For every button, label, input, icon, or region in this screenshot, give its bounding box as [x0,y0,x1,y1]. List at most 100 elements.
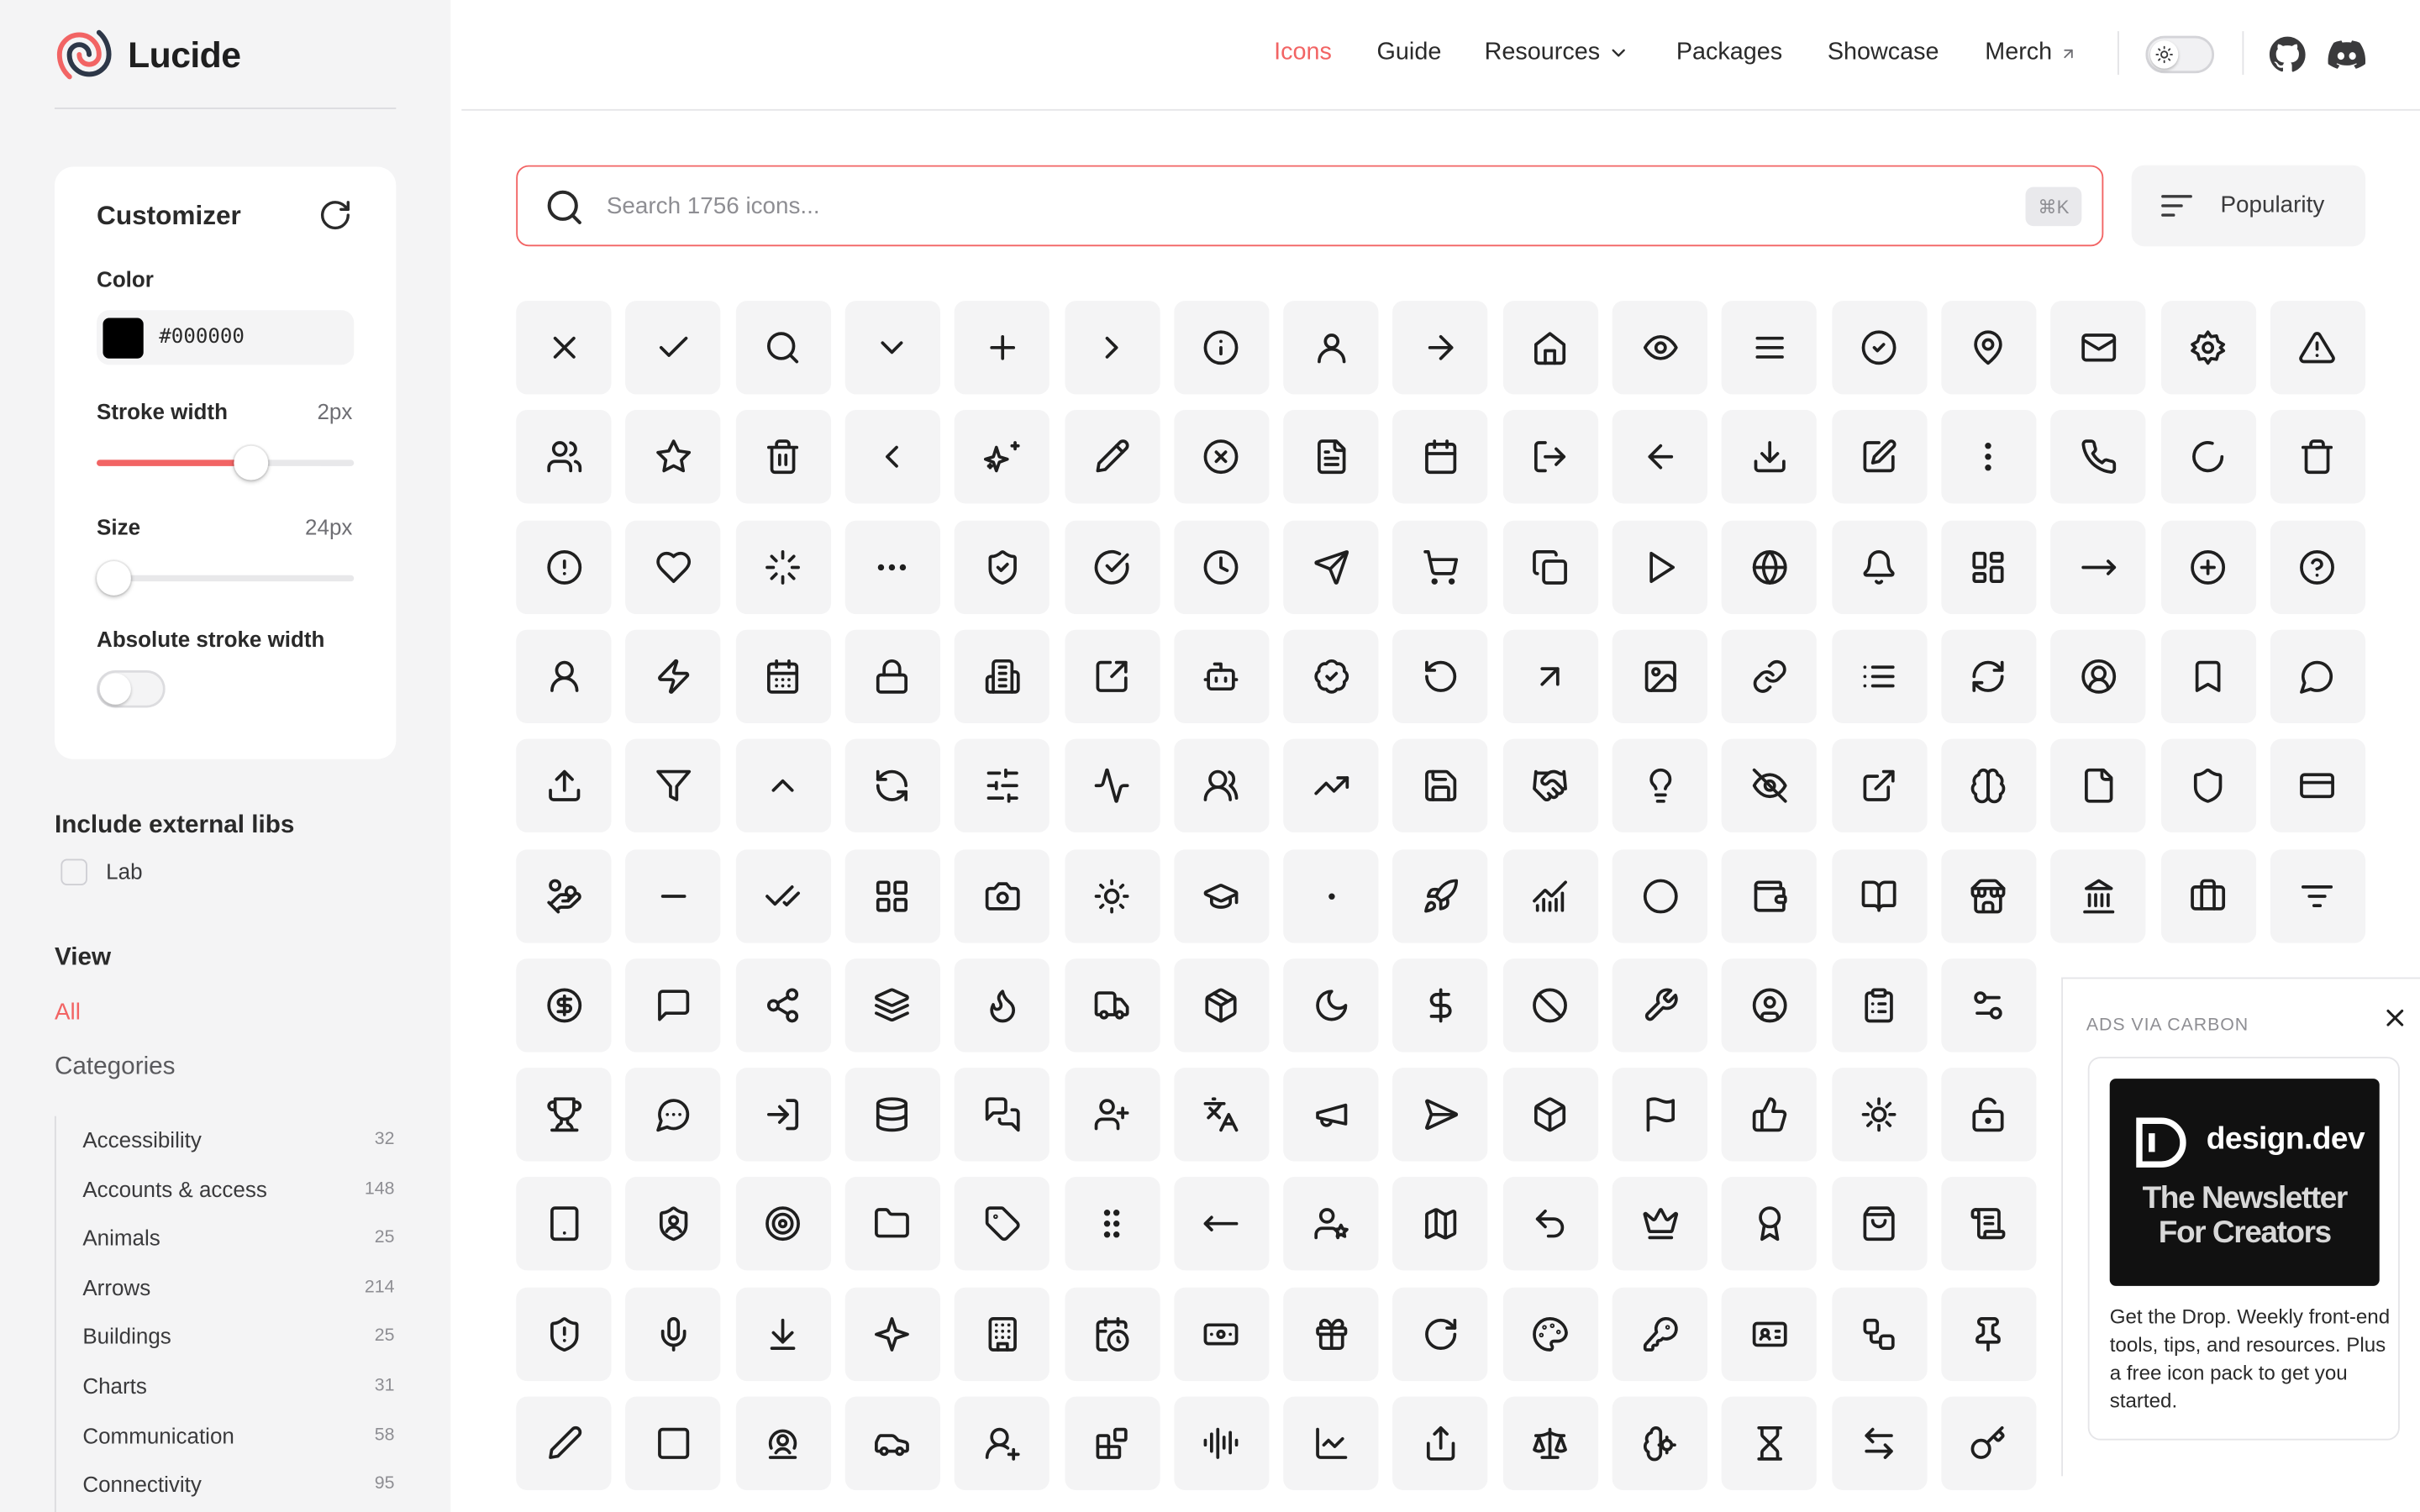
absolute-stroke-toggle[interactable] [97,669,166,708]
icon-tile[interactable] [1173,410,1270,504]
icon-tile[interactable] [1283,1068,1379,1162]
icon-tile[interactable] [2270,848,2365,942]
icon-tile[interactable] [955,848,1050,942]
icon-tile[interactable] [1831,301,1927,395]
icon-tile[interactable] [844,848,940,942]
icon-tile[interactable] [1392,1396,1489,1491]
icon-tile[interactable] [1283,1287,1379,1381]
category-item[interactable]: Charts 31 [82,1368,394,1403]
icon-tile[interactable] [1722,958,1818,1053]
category-item[interactable]: Accessibility 32 [82,1122,394,1157]
icon-tile[interactable] [1392,1177,1489,1272]
stroke-width-slider[interactable] [97,445,355,480]
icon-tile[interactable] [516,301,612,395]
icon-tile[interactable] [1722,848,1818,942]
icon-tile[interactable] [1173,1177,1270,1272]
icon-tile[interactable] [1392,410,1489,504]
icon-tile[interactable] [1173,848,1270,942]
icon-tile[interactable] [2050,629,2146,723]
icon-tile[interactable] [1612,1068,1707,1162]
icon-tile[interactable] [2270,301,2365,395]
icon-tile[interactable] [735,738,831,833]
icon-tile[interactable] [2160,520,2256,614]
icon-tile[interactable] [1831,1068,1927,1162]
icon-tile[interactable] [844,738,940,833]
category-item[interactable]: Buildings 25 [82,1320,394,1354]
icon-tile[interactable] [2160,738,2256,833]
icon-tile[interactable] [1173,1396,1270,1491]
icon-tile[interactable] [955,1177,1050,1272]
color-field[interactable]: #000000 [97,310,355,365]
icon-tile[interactable] [1064,958,1160,1053]
icon-tile[interactable] [625,1068,721,1162]
icon-tile[interactable] [1941,1287,2037,1381]
icon-tile[interactable] [1064,410,1160,504]
search-input[interactable]: Search 1756 icons... ⌘K [516,165,2104,247]
icon-tile[interactable] [2050,520,2146,614]
icon-tile[interactable] [1283,958,1379,1053]
icon-tile[interactable] [1283,520,1379,614]
icon-tile[interactable] [1502,1068,1598,1162]
icon-tile[interactable] [1831,848,1927,942]
icon-tile[interactable] [844,958,940,1053]
icon-tile[interactable] [1173,738,1270,833]
icon-tile[interactable] [1502,738,1598,833]
icon-tile[interactable] [1722,301,1818,395]
icon-tile[interactable] [1941,301,2037,395]
icon-tile[interactable] [955,1068,1050,1162]
icon-tile[interactable] [1064,1177,1160,1272]
icon-tile[interactable] [735,629,831,723]
icon-tile[interactable] [1612,301,1707,395]
nav-guide[interactable]: Guide [1377,39,1442,66]
icon-tile[interactable] [1941,1396,2037,1491]
category-item[interactable]: Accounts & access 148 [82,1172,394,1206]
icon-tile[interactable] [735,848,831,942]
icon-tile[interactable] [625,958,721,1053]
icon-tile[interactable] [1064,848,1160,942]
icon-tile[interactable] [2270,520,2365,614]
icon-tile[interactable] [2160,301,2256,395]
icon-tile[interactable] [955,1287,1050,1381]
icon-tile[interactable] [516,629,612,723]
icon-tile[interactable] [1173,1068,1270,1162]
category-item[interactable]: Communication 58 [82,1418,394,1452]
icon-tile[interactable] [1831,958,1927,1053]
icon-tile[interactable] [1831,520,1927,614]
icon-tile[interactable] [1173,520,1270,614]
category-item[interactable]: Connectivity 95 [82,1467,394,1502]
nav-icons[interactable]: Icons [1274,39,1332,66]
categories-heading[interactable]: Categories [55,1053,176,1081]
icon-tile[interactable] [1502,410,1598,504]
sort-button[interactable]: Popularity [2131,165,2366,247]
icon-tile[interactable] [1831,1396,1927,1491]
stroke-width-thumb[interactable] [234,445,269,480]
icon-tile[interactable] [1392,629,1489,723]
icon-tile[interactable] [2050,301,2146,395]
icon-tile[interactable] [955,410,1050,504]
icon-tile[interactable] [735,1177,831,1272]
icon-tile[interactable] [1941,1177,2037,1272]
icon-tile[interactable] [1612,1396,1707,1491]
size-slider[interactable] [97,561,355,596]
icon-tile[interactable] [1283,1177,1379,1272]
icon-tile[interactable] [2160,848,2256,942]
icon-tile[interactable] [2160,410,2256,504]
icon-tile[interactable] [625,629,721,723]
icon-tile[interactable] [1941,848,2037,942]
icon-tile[interactable] [1722,629,1818,723]
icon-tile[interactable] [1283,629,1379,723]
icon-tile[interactable] [1831,410,1927,504]
icon-tile[interactable] [1722,1287,1818,1381]
color-swatch[interactable] [103,317,144,358]
icon-tile[interactable] [955,301,1050,395]
icon-tile[interactable] [1941,410,2037,504]
icon-tile[interactable] [1064,1287,1160,1381]
icon-tile[interactable] [516,958,612,1053]
icon-tile[interactable] [1502,1177,1598,1272]
icon-tile[interactable] [735,1396,831,1491]
icon-tile[interactable] [1722,410,1818,504]
icon-tile[interactable] [1831,629,1927,723]
view-all-link[interactable]: All [55,999,81,1026]
icon-tile[interactable] [955,958,1050,1053]
icon-tile[interactable] [2050,738,2146,833]
